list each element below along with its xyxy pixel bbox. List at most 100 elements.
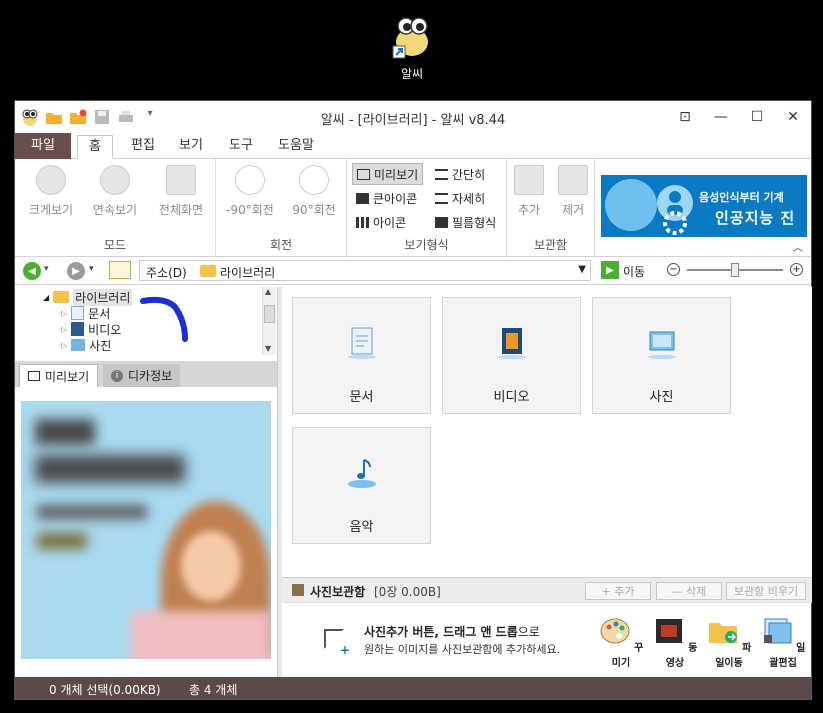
preview-icon [28, 371, 40, 381]
expand-icon[interactable]: ▷ [61, 325, 67, 334]
ribbon-group-view-type: 미리보기 간단히 큰아이콘 자세히 아이콘 필름형식 보기형식 [347, 159, 507, 257]
rotate-left-button[interactable]: -90°회전 [220, 165, 280, 218]
minimize-button[interactable]: — [703, 101, 739, 133]
batch-edit-icon [763, 618, 792, 644]
large-view-icon [36, 165, 66, 195]
zoom-out-icon[interactable]: − [667, 263, 680, 276]
video-film-icon [497, 328, 526, 359]
ribbon-group-label: 보관함 [533, 238, 568, 252]
desktop-icon-alsee[interactable]: 알씨 [382, 12, 442, 82]
tree-scrollbar[interactable]: ▲ ▼ [262, 287, 276, 355]
forward-icon[interactable]: ▶ [67, 262, 85, 280]
close-button[interactable]: ✕ [775, 101, 811, 133]
zoom-slider-thumb[interactable] [731, 263, 739, 277]
video-maker-button[interactable]: 동영상 [652, 617, 698, 669]
album-add-button[interactable]: + 추가 [585, 582, 651, 600]
tab-camera-info[interactable]: i 디카정보 [103, 364, 181, 387]
view-film-option[interactable]: 필름형식 [431, 211, 500, 233]
slideshow-button[interactable]: 연속보기 [85, 165, 145, 218]
tree-item-video[interactable]: ▷ 비디오 [61, 321, 121, 337]
address-field[interactable]: 주소(D) 라이브러리 ▼ [139, 260, 591, 281]
tree-item-documents[interactable]: ▷ 문서 [61, 305, 110, 321]
batch-edit-button[interactable]: 일괄편집 [760, 617, 806, 669]
view-icons-option[interactable]: 아이콘 [352, 211, 410, 233]
ribbon-group-rotate: -90°회전 90°회전 회전 [216, 159, 347, 257]
move-files-button[interactable]: 파일이동 [706, 617, 752, 669]
ribbon-group-label: 회전 [269, 238, 293, 252]
tab-home[interactable]: 홈 [77, 135, 113, 159]
decorate-button[interactable]: 꾸미기 [598, 617, 644, 669]
view-preview-option[interactable]: 미리보기 [352, 163, 424, 185]
pin-icon[interactable]: ⊡ [667, 101, 703, 133]
zoom-in-icon[interactable]: + [790, 263, 803, 276]
ribbon-group-album: 추가 제거 보관함 [507, 159, 595, 257]
tile-documents[interactable]: 문서 [292, 297, 431, 414]
album-add-button[interactable]: 추가 [507, 165, 551, 218]
maximize-button[interactable]: ☐ [739, 101, 775, 133]
film-icon [435, 216, 448, 228]
view-large-icons-option[interactable]: 큰아이콘 [352, 187, 421, 209]
tab-file[interactable]: 파일 [15, 133, 71, 159]
collapse-icon[interactable]: ◢ [43, 293, 49, 302]
scroll-up-icon[interactable]: ▲ [265, 287, 271, 296]
album-delete-button[interactable]: — 삭제 [656, 582, 722, 600]
album-hint-bold: 사진추가 버튼, 드래그 앤 드롭 [364, 625, 518, 639]
up-folder-icon[interactable] [109, 261, 131, 279]
fullscreen-icon [166, 165, 196, 195]
rotate-right-button[interactable]: 90°회전 [284, 165, 344, 218]
album-remove-button[interactable]: 제거 [551, 165, 595, 218]
tree-item-photos[interactable]: ▷ 사진 [61, 337, 111, 353]
view-details-option[interactable]: 자세히 [431, 187, 489, 209]
tile-video[interactable]: 비디오 [442, 297, 581, 414]
address-value: 라이브러리 [220, 266, 276, 280]
forward-dropdown-icon[interactable]: ▾ [89, 264, 94, 274]
tile-music[interactable]: 음악 [292, 427, 431, 544]
ribbon-group-mode: 크게보기 연속보기 전체화면 모드 [15, 159, 216, 257]
expand-icon[interactable]: ▷ [61, 341, 67, 350]
large-icons-icon [356, 192, 369, 204]
alsee-app-icon [388, 12, 436, 60]
ad-banner[interactable]: 음성인식부터 기계 인공지능 진 [601, 175, 807, 237]
scroll-thumb[interactable] [264, 305, 275, 323]
back-dropdown-icon[interactable]: ▾ [44, 264, 49, 274]
expand-icon[interactable]: ▷ [61, 309, 67, 318]
address-label: 주소(D) [146, 266, 187, 280]
album-hint-suffix: 으로 [517, 625, 540, 639]
folder-icon [200, 265, 216, 277]
folder-tree: ◢ 라이브러리 ▷ 문서 ▷ 비디오 ▷ 사진 [15, 287, 277, 355]
document-icon [347, 327, 376, 359]
ribbon-group-label: 모드 [103, 238, 127, 252]
tab-edit[interactable]: 편집 [123, 135, 163, 159]
status-total: 총 4 개체 [189, 683, 238, 697]
go-icon[interactable]: ▶ [601, 261, 619, 279]
tab-tools[interactable]: 도구 [221, 135, 261, 159]
address-dropdown-icon[interactable]: ▼ [578, 264, 586, 275]
preview-image [21, 401, 271, 659]
fullscreen-button[interactable]: 전체화면 [151, 165, 211, 218]
album-remove-icon [558, 165, 588, 195]
app-window: ▾ 알씨 - [라이브러리] - 알씨 v8.44 ⊡ — ☐ ✕ 파일 홈 편… [14, 100, 812, 700]
view-simple-option[interactable]: 간단히 [431, 163, 489, 185]
tree-item-library[interactable]: ◢ 라이브러리 [43, 288, 133, 306]
photo-album-panel: 사진보관함 [0장 0.00B] + 추가 — 삭제 보관함 비우기 + 사진추… [282, 577, 812, 677]
scroll-down-icon[interactable]: ▼ [265, 344, 271, 353]
ribbon: 크게보기 연속보기 전체화면 모드 -90°회전 90°회전 회전 미리보기 간… [15, 159, 811, 257]
album-title: 사진보관함 [310, 585, 366, 599]
large-view-button[interactable]: 크게보기 [21, 165, 81, 218]
list-icon [435, 168, 448, 180]
tab-help[interactable]: 도움말 [271, 135, 321, 159]
tab-view[interactable]: 보기 [171, 135, 211, 159]
go-button-label[interactable]: 이동 [623, 263, 645, 280]
back-icon[interactable]: ◀ [23, 262, 41, 280]
album-header: 사진보관함 [0장 0.00B] + 추가 — 삭제 보관함 비우기 [282, 577, 812, 603]
photo-icon [71, 339, 86, 351]
collapse-ribbon-icon[interactable]: ︿ [793, 239, 803, 254]
album-clear-button[interactable]: 보관함 비우기 [726, 582, 806, 600]
album-hint-line2: 원하는 이미지를 사진보관함에 추가하세요. [364, 643, 561, 656]
tile-photos[interactable]: 사진 [592, 297, 731, 414]
tab-preview[interactable]: 미리보기 [19, 364, 99, 387]
plus-icon: + [340, 643, 351, 657]
library-folder-icon [53, 291, 70, 303]
ai-illustration-icon [605, 179, 693, 235]
film-icon [655, 619, 682, 643]
